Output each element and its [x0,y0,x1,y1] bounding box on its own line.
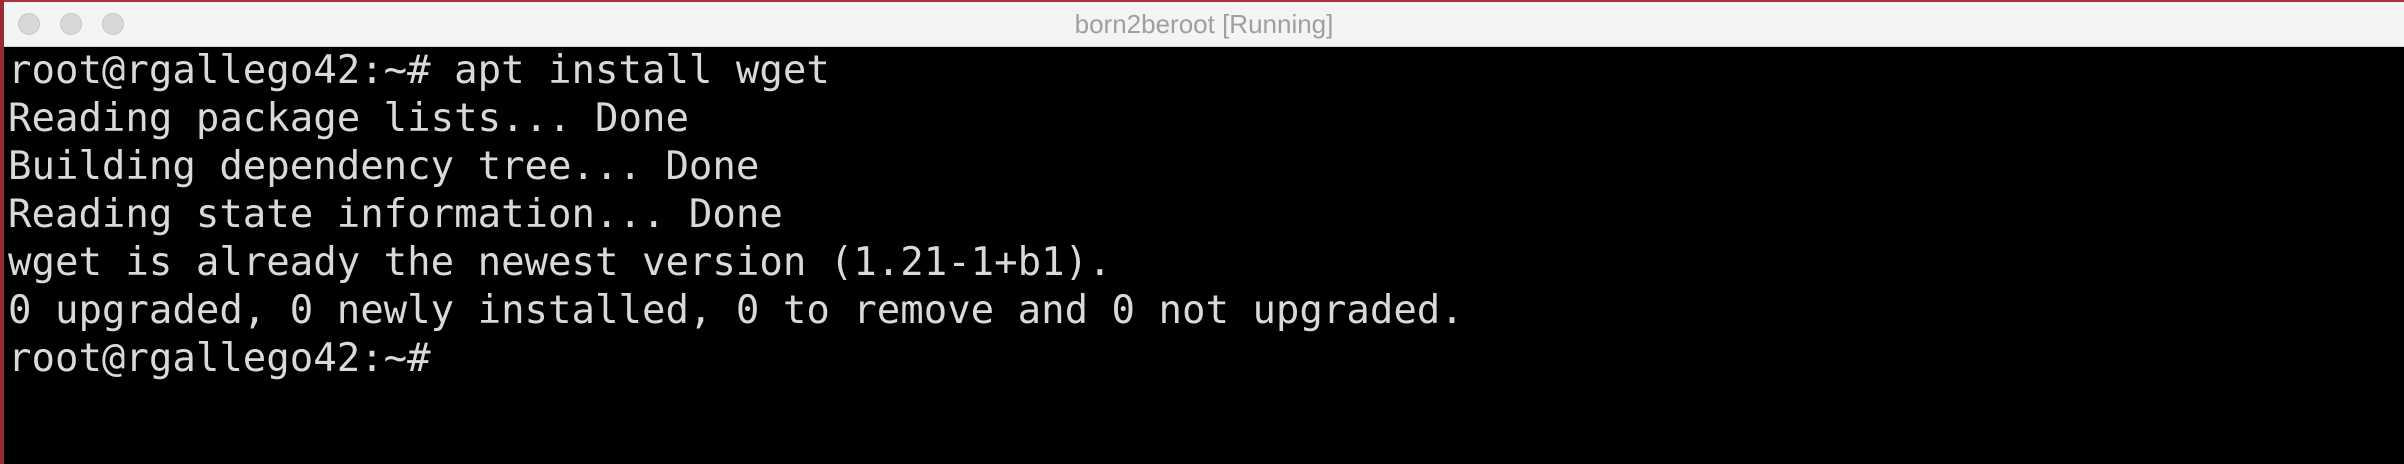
terminal-prompt[interactable]: root@rgallego42:~# [8,335,2404,383]
terminal-line-command: root@rgallego42:~# apt install wget [8,48,830,93]
title-bar[interactable]: born2beroot [Running] [4,2,2404,47]
terminal-line: Reading package lists... Done [8,96,689,141]
terminal-line: wget is already the newest version (1.21… [8,240,1112,285]
terminal-line: 0 upgraded, 0 newly installed, 0 to remo… [8,288,1464,333]
terminal-line: Building dependency tree... Done [8,144,760,189]
terminal-line: Reading state information... Done [8,192,783,237]
terminal-console[interactable]: root@rgallego42:~# apt install wget Read… [4,47,2404,464]
window-title: born2beroot [Running] [1074,9,1334,39]
vm-window: born2beroot [Running] root@rgallego42:~#… [0,0,2404,464]
